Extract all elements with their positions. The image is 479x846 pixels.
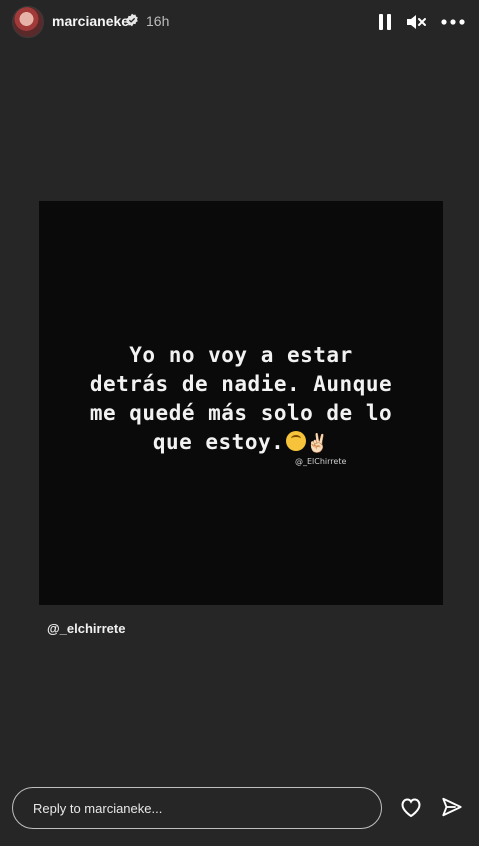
story-image: Yo no voy a estar detrás de nadie. Aunqu… [39, 201, 443, 605]
heart-icon[interactable] [399, 796, 423, 818]
quote-line-last: que estoy. ✌🏻 [39, 428, 443, 458]
reply-input[interactable]: Reply to marcianeke... [12, 787, 382, 829]
quote-line: que estoy. [152, 430, 285, 454]
quote-line: Yo no voy a estar [129, 343, 353, 367]
post-time: 16h [146, 13, 170, 29]
more-icon[interactable] [440, 11, 466, 33]
mute-icon[interactable] [405, 11, 427, 33]
story-header: marcianeke 16h [0, 0, 479, 44]
reply-placeholder: Reply to marcianeke... [33, 801, 163, 816]
username[interactable]: marcianeke [52, 13, 129, 29]
verified-badge-icon [126, 13, 138, 27]
quote-line: detrás de nadie. Aunque [89, 372, 393, 396]
quote-line: me quedé más solo de lo [89, 401, 393, 425]
avatar[interactable] [12, 6, 44, 38]
quote-text: Yo no voy a estar detrás de nadie. Aunqu… [39, 341, 443, 458]
watermark: @_ElChirrete [295, 457, 347, 466]
send-icon[interactable] [441, 796, 463, 818]
upside-down-face-icon [286, 431, 307, 451]
peace-hand-icon: ✌🏻 [306, 433, 330, 454]
pause-icon[interactable] [374, 11, 396, 33]
mention-sticker[interactable]: @_elchirrete [47, 621, 125, 636]
